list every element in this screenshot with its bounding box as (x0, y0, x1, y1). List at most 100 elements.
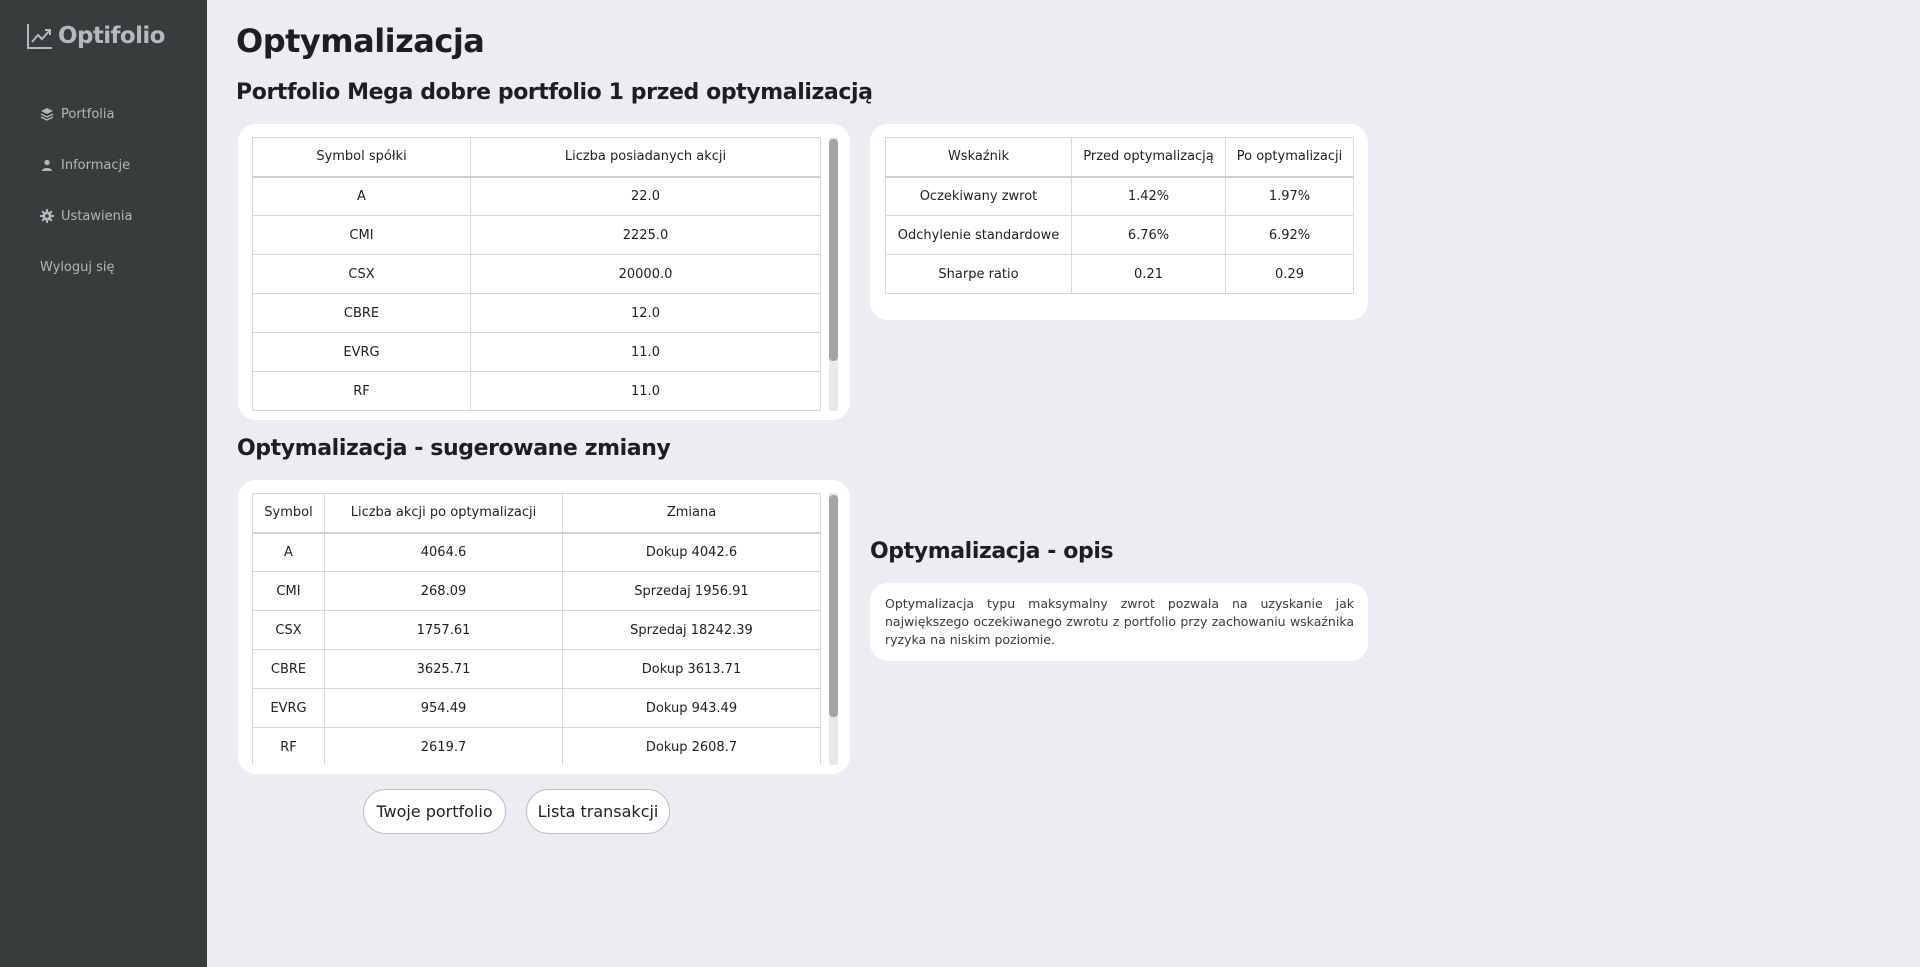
cell-shares-after: 1757.61 (324, 610, 563, 650)
table-row: Sharpe ratio 0.21 0.29 (885, 254, 1354, 294)
cell-metric: Oczekiwany zwrot (885, 176, 1072, 216)
page-title: Optymalizacja (236, 22, 485, 60)
cell-shares-after: 268.09 (324, 571, 563, 611)
user-icon (40, 158, 54, 172)
sidebar-item-label: Wyloguj się (40, 259, 115, 275)
cell-shares-after: 3625.71 (324, 649, 563, 689)
cell-change: Dokup 4042.6 (562, 532, 821, 572)
sidebar-item-label: Informacje (61, 157, 131, 173)
table-row: Oczekiwany zwrot 1.42% 1.97% (885, 176, 1354, 216)
chart-trend-icon (26, 22, 54, 50)
cell-shares-after: 954.49 (324, 688, 563, 728)
column-header: Liczba akcji po optymalizacji (324, 493, 563, 533)
cell-symbol: CMI (252, 571, 325, 611)
sidebar: Optifolio Portfolia Informacje Ustawieni… (0, 0, 207, 967)
table-row: CSX 1757.61 Sprzedaj 18242.39 (252, 610, 821, 650)
cell-symbol: CSX (252, 610, 325, 650)
column-header: Wskaźnik (885, 137, 1072, 177)
column-header: Przed optymalizacją (1071, 137, 1226, 177)
cell-symbol: CBRE (252, 293, 471, 333)
cell-after: 6.92% (1225, 215, 1354, 255)
table-row: EVRG 954.49 Dokup 943.49 (252, 688, 821, 728)
table-row: RF 2619.7 Dokup 2608.7 (252, 727, 821, 765)
table-header-row: Wskaźnik Przed optymalizacją Po optymali… (885, 137, 1354, 177)
gear-icon (40, 209, 54, 223)
column-header: Po optymalizacji (1225, 137, 1354, 177)
cell-symbol: EVRG (252, 332, 471, 372)
cell-change: Sprzedaj 1956.91 (562, 571, 821, 611)
holdings-title: Portfolio Mega dobre portfolio 1 przed o… (236, 80, 873, 105)
cell-before: 0.21 (1071, 254, 1226, 294)
description-card: Optymalizacja typu maksymalny zwrot pozw… (870, 583, 1368, 661)
cell-metric: Odchylenie standardowe (885, 215, 1072, 255)
description-title: Optymalizacja - opis (870, 539, 1114, 564)
holdings-table-wrap[interactable]: Symbol spółki Liczba posiadanych akcji A… (252, 137, 821, 411)
cell-shares: 12.0 (470, 293, 821, 333)
cell-symbol: EVRG (252, 688, 325, 728)
cell-metric: Sharpe ratio (885, 254, 1072, 294)
column-header: Zmiana (562, 493, 821, 533)
cell-shares: 20000.0 (470, 254, 821, 294)
cell-shares: 11.0 (470, 332, 821, 372)
cell-symbol: A (252, 532, 325, 572)
sidebar-item-logout[interactable]: Wyloguj się (40, 257, 132, 277)
scrollbar-thumb[interactable] (829, 139, 838, 361)
holdings-table: Symbol spółki Liczba posiadanych akcji A… (252, 137, 821, 411)
description-text: Optymalizacja typu maksymalny zwrot pozw… (885, 596, 1354, 647)
table-row: A 4064.6 Dokup 4042.6 (252, 532, 821, 572)
holdings-scrollbar[interactable] (829, 137, 838, 411)
sidebar-item-label: Ustawienia (61, 208, 133, 224)
transactions-list-button[interactable]: Lista transakcji (526, 789, 670, 834)
layers-icon (40, 107, 54, 121)
column-header: Liczba posiadanych akcji (470, 137, 821, 177)
changes-table-wrap[interactable]: Symbol Liczba akcji po optymalizacji Zmi… (252, 493, 821, 765)
cell-change: Dokup 943.49 (562, 688, 821, 728)
cell-after: 1.97% (1225, 176, 1354, 216)
your-portfolio-button[interactable]: Twoje portfolio (363, 789, 506, 834)
cell-after: 0.29 (1225, 254, 1354, 294)
cell-shares: 11.0 (470, 371, 821, 411)
cell-shares-after: 2619.7 (324, 727, 563, 765)
sidebar-nav: Portfolia Informacje Ustawienia Wyloguj … (40, 104, 132, 308)
table-header-row: Symbol Liczba akcji po optymalizacji Zmi… (252, 493, 821, 533)
table-row: CBRE 12.0 (252, 293, 821, 333)
sidebar-item-informacje[interactable]: Informacje (40, 155, 132, 175)
cell-change: Dokup 3613.71 (562, 649, 821, 689)
cell-shares: 2225.0 (470, 215, 821, 255)
cell-shares: 22.0 (470, 176, 821, 216)
sidebar-item-portfolia[interactable]: Portfolia (40, 104, 132, 124)
cell-shares-after: 4064.6 (324, 532, 563, 572)
holdings-card: Symbol spółki Liczba posiadanych akcji A… (238, 124, 850, 420)
brand-logo[interactable]: Optifolio (26, 22, 165, 50)
metrics-card: Wskaźnik Przed optymalizacją Po optymali… (870, 124, 1368, 320)
cell-symbol: CMI (252, 215, 471, 255)
sidebar-item-ustawienia[interactable]: Ustawienia (40, 206, 132, 226)
table-header-row: Symbol spółki Liczba posiadanych akcji (252, 137, 821, 177)
cell-symbol: CSX (252, 254, 471, 294)
table-row: CBRE 3625.71 Dokup 3613.71 (252, 649, 821, 689)
metrics-table: Wskaźnik Przed optymalizacją Po optymali… (885, 137, 1354, 294)
cell-before: 6.76% (1071, 215, 1226, 255)
cell-change: Sprzedaj 18242.39 (562, 610, 821, 650)
changes-table: Symbol Liczba akcji po optymalizacji Zmi… (252, 493, 821, 765)
app-name: Optifolio (58, 23, 165, 49)
sidebar-item-label: Portfolia (61, 106, 115, 122)
cell-symbol: A (252, 176, 471, 216)
table-row: Odchylenie standardowe 6.76% 6.92% (885, 215, 1354, 255)
table-row: CMI 268.09 Sprzedaj 1956.91 (252, 571, 821, 611)
table-row: RF 11.0 (252, 371, 821, 411)
column-header: Symbol spółki (252, 137, 471, 177)
changes-card: Symbol Liczba akcji po optymalizacji Zmi… (238, 480, 850, 774)
changes-scrollbar[interactable] (829, 493, 838, 765)
table-row: EVRG 11.0 (252, 332, 821, 372)
table-row: CMI 2225.0 (252, 215, 821, 255)
cell-symbol: RF (252, 371, 471, 411)
changes-title: Optymalizacja - sugerowane zmiany (237, 436, 671, 461)
cell-symbol: RF (252, 727, 325, 765)
scrollbar-thumb[interactable] (829, 495, 838, 717)
cell-before: 1.42% (1071, 176, 1226, 216)
table-row: A 22.0 (252, 176, 821, 216)
cell-symbol: CBRE (252, 649, 325, 689)
cell-change: Dokup 2608.7 (562, 727, 821, 765)
table-row: CSX 20000.0 (252, 254, 821, 294)
